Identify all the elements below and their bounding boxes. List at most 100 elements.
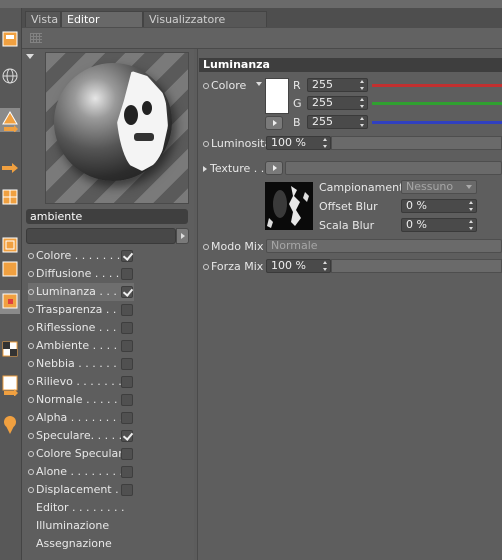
animate-dot-icon[interactable] [28, 289, 34, 295]
channel-speculare-checkbox[interactable] [121, 430, 133, 442]
g-value-field[interactable]: 255 [307, 96, 368, 110]
animate-dot-icon[interactable] [28, 469, 34, 475]
tab-visualizzatore-immagini[interactable]: Visualizzatore Immagini [143, 11, 267, 42]
channel-riflessione-checkbox[interactable] [121, 322, 133, 334]
animate-dot-icon[interactable] [28, 379, 34, 385]
channel-alone[interactable]: Alone . . . . . . . . [28, 463, 134, 481]
channel-displacement[interactable]: Displacement . . . [28, 481, 134, 499]
animate-dot-icon[interactable] [28, 325, 34, 331]
item-assegnazione[interactable]: Assegnazione [36, 535, 112, 553]
layout-icon[interactable] [0, 28, 20, 52]
colore-menu-arrow-icon[interactable] [256, 82, 262, 86]
animate-dot-icon[interactable] [203, 141, 209, 147]
channel-colore-speculare[interactable]: Colore Speculare [28, 445, 134, 463]
channel-alpha-checkbox[interactable] [121, 412, 133, 424]
offset-blur-field[interactable]: 0 % [401, 199, 477, 213]
animate-dot-icon[interactable] [28, 451, 34, 457]
campionamento-dropdown[interactable]: Nessuno [401, 180, 477, 194]
preview-menu-arrow-icon[interactable] [26, 54, 34, 59]
channel-alone-checkbox[interactable] [121, 466, 133, 478]
animate-dot-icon[interactable] [28, 271, 34, 277]
material-scroll-bar[interactable] [26, 228, 176, 244]
modo-mix-dropdown[interactable]: Normale [266, 239, 502, 253]
channel-nebbia[interactable]: Nebbia . . . . . . . [28, 355, 134, 373]
channel-normale[interactable]: Normale . . . . . . [28, 391, 134, 409]
point-tool-icon[interactable] [0, 290, 20, 314]
channel-label: Diffusione . . . . . [36, 267, 127, 280]
channel-speculare[interactable]: Speculare. . . . . . [28, 427, 134, 445]
expand-triangle-icon[interactable] [203, 166, 207, 172]
material-bar-button[interactable] [176, 228, 189, 244]
color-expand-button[interactable] [265, 116, 283, 130]
grip-icon[interactable] [30, 33, 42, 43]
material-name-field[interactable]: ambiente [26, 209, 188, 224]
bone-icon[interactable] [0, 412, 20, 436]
channel-luminanza[interactable]: Luminanza . . . . [28, 283, 134, 301]
r-label: R [293, 79, 301, 92]
animate-dot-icon[interactable] [28, 361, 34, 367]
spin-arrows-icon[interactable] [360, 117, 365, 127]
b-slider[interactable] [372, 121, 502, 124]
channel-colore-checkbox[interactable] [121, 250, 133, 262]
spin-arrows-icon[interactable] [360, 98, 365, 108]
spin-arrows-icon[interactable] [323, 261, 328, 271]
spin-arrows-icon[interactable] [469, 220, 474, 230]
animate-dot-icon[interactable] [203, 83, 209, 89]
channel-colore-speculare-checkbox[interactable] [121, 448, 133, 460]
animate-dot-icon[interactable] [28, 433, 34, 439]
channel-rilievo[interactable]: Rilievo . . . . . . . [28, 373, 134, 391]
animate-dot-icon[interactable] [203, 244, 209, 250]
animate-dot-icon[interactable] [28, 307, 34, 313]
spin-arrows-icon[interactable] [469, 201, 474, 211]
animate-dot-icon[interactable] [28, 253, 34, 259]
section-title: Luminanza [199, 58, 502, 72]
item-editor[interactable]: Editor . . . . . . . . [36, 499, 125, 517]
move-tool-icon[interactable] [0, 108, 20, 133]
animate-dot-icon[interactable] [28, 397, 34, 403]
channel-riflessione[interactable]: Riflessione . . . . [28, 319, 134, 337]
channel-colore[interactable]: Colore . . . . . . . . [28, 247, 134, 265]
polygon-tool-icon[interactable] [0, 258, 20, 282]
object-tool-icon[interactable] [0, 234, 20, 258]
animate-dot-icon[interactable] [28, 415, 34, 421]
g-slider[interactable] [372, 102, 502, 105]
b-value-field[interactable]: 255 [307, 115, 368, 129]
tab-vista[interactable]: Vista [25, 11, 61, 27]
r-value-field[interactable]: 255 [307, 78, 368, 92]
scala-blur-field[interactable]: 0 % [401, 218, 477, 232]
luminosita-field[interactable]: 100 % [266, 136, 331, 150]
animate-dot-icon[interactable] [28, 487, 34, 493]
channel-diffusione-checkbox[interactable] [121, 268, 133, 280]
channel-ambiente-checkbox[interactable] [121, 340, 133, 352]
globe-icon[interactable] [0, 64, 20, 88]
checker-icon[interactable] [0, 338, 20, 362]
animate-dot-icon[interactable] [28, 343, 34, 349]
forza-mix-slider[interactable] [331, 259, 502, 273]
channel-trasparenza-checkbox[interactable] [121, 304, 133, 316]
color-swatch[interactable] [265, 78, 289, 114]
grid-tool-icon[interactable] [0, 186, 20, 210]
luminosita-slider[interactable] [331, 136, 502, 150]
texture-menu-button[interactable] [265, 161, 283, 175]
arrow-right-icon[interactable] [0, 156, 20, 180]
channel-displacement-checkbox[interactable] [121, 484, 133, 496]
texture-field[interactable] [285, 161, 502, 175]
channel-ambiente[interactable]: Ambiente . . . . . . [28, 337, 134, 355]
tab-editor-materiale[interactable]: Editor Materiale [61, 11, 143, 42]
spin-arrows-icon[interactable] [323, 138, 328, 148]
channel-luminanza-checkbox[interactable] [121, 286, 133, 298]
spin-arrows-icon[interactable] [360, 80, 365, 90]
material-preview[interactable] [45, 52, 189, 204]
item-illuminazione[interactable]: Illuminazione [36, 517, 109, 535]
texture-thumbnail[interactable] [265, 182, 313, 230]
animate-dot-icon[interactable] [203, 264, 209, 270]
channel-nebbia-checkbox[interactable] [121, 358, 133, 370]
channel-normale-checkbox[interactable] [121, 394, 133, 406]
channel-alpha[interactable]: Alpha . . . . . . . . [28, 409, 134, 427]
channel-rilievo-checkbox[interactable] [121, 376, 133, 388]
channel-diffusione[interactable]: Diffusione . . . . . [28, 265, 134, 283]
forza-mix-field[interactable]: 100 % [266, 259, 331, 273]
texture-tool-icon[interactable] [0, 372, 20, 397]
r-slider[interactable] [372, 84, 502, 87]
channel-trasparenza[interactable]: Trasparenza . . . [28, 301, 134, 319]
